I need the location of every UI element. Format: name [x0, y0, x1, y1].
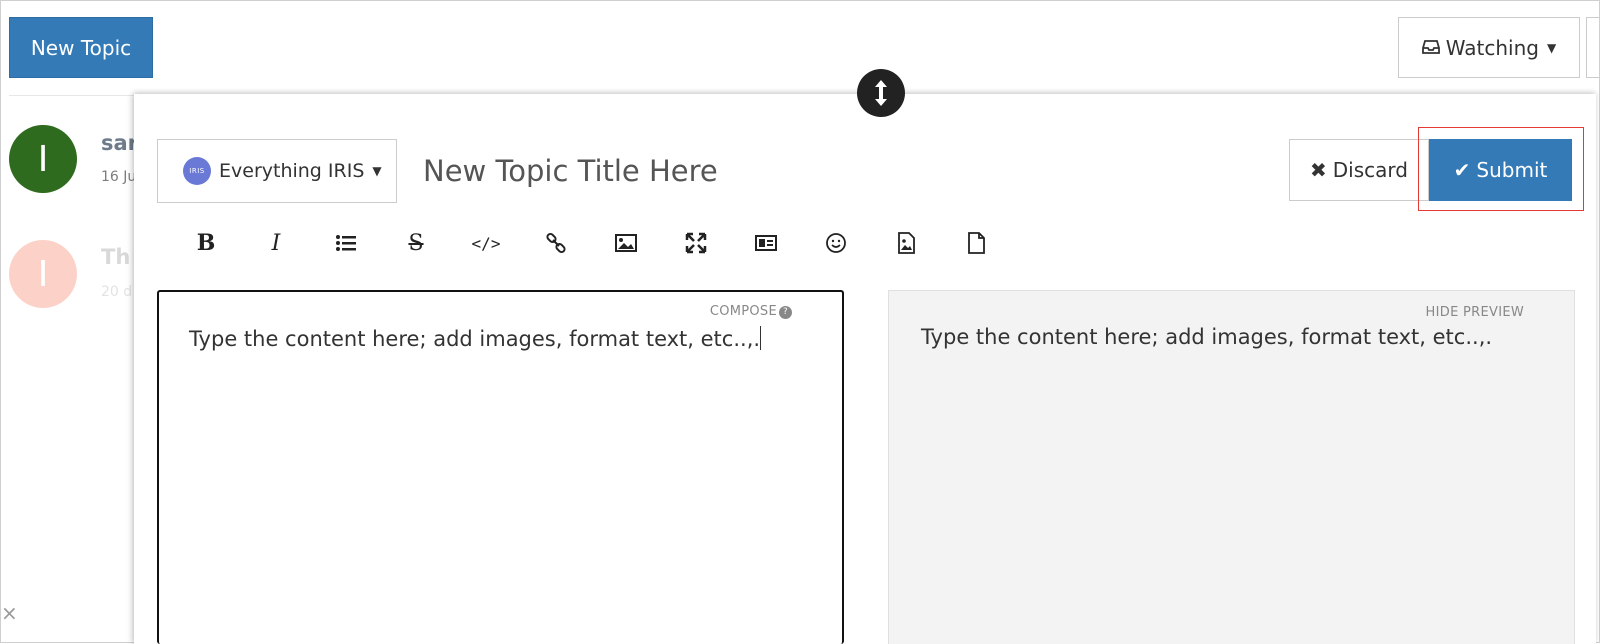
avatar[interactable]: I [9, 240, 77, 308]
discard-button[interactable]: ✖ Discard [1289, 139, 1429, 201]
text-cursor [760, 326, 762, 350]
image-file-icon[interactable] [871, 226, 941, 260]
highlight-box [1418, 127, 1584, 211]
list-icon[interactable] [311, 226, 381, 260]
editor-text[interactable]: Type the content here; add images, forma… [189, 326, 762, 351]
page-frame: New Topic Watching ▼ I sar 16 Ju I Th 20… [0, 0, 1600, 644]
topic-author[interactable]: sar [101, 131, 138, 155]
fullscreen-icon[interactable] [661, 226, 731, 260]
discard-label: Discard [1332, 158, 1408, 182]
watching-label: Watching [1445, 35, 1539, 60]
emoji-icon[interactable] [801, 226, 871, 260]
resize-handle-icon[interactable] [857, 69, 905, 117]
close-icon[interactable]: × [1, 601, 18, 625]
topic-date: 20 d [101, 284, 133, 300]
chevron-down-icon: ▼ [1546, 40, 1557, 55]
topic-title[interactable]: Th [101, 245, 130, 269]
preview-text: Type the content here; add images, forma… [921, 325, 1493, 349]
topic-title-input[interactable] [423, 145, 1243, 197]
help-icon[interactable]: ? [779, 306, 792, 319]
link-icon[interactable] [521, 226, 591, 260]
next-button-edge[interactable] [1586, 17, 1600, 78]
code-icon[interactable]: </> [451, 226, 521, 260]
category-label: Everything IRIS [219, 160, 365, 182]
preview-pane: HIDE PREVIEW Type the content here; add … [888, 290, 1575, 644]
content-editor[interactable]: COMPOSE? Type the content here; add imag… [157, 290, 844, 644]
inbox-icon [1421, 36, 1440, 60]
watching-button[interactable]: Watching ▼ [1398, 17, 1580, 78]
file-icon[interactable] [941, 226, 1011, 260]
card-icon[interactable] [731, 226, 801, 260]
strikethrough-icon[interactable]: S [381, 226, 451, 260]
topic-date: 16 Ju [101, 169, 137, 185]
italic-icon[interactable]: I [241, 226, 311, 260]
category-select[interactable]: IRIS Everything IRIS ▼ [157, 139, 397, 203]
formatting-toolbar: B I S </> [171, 226, 1011, 260]
bold-icon[interactable]: B [171, 226, 241, 260]
new-topic-label: New Topic [30, 35, 132, 60]
new-topic-button[interactable]: New Topic [9, 17, 153, 78]
avatar[interactable]: I [9, 125, 77, 193]
chevron-down-icon: ▼ [372, 164, 382, 178]
category-logo-icon: IRIS [183, 157, 211, 185]
compose-label: COMPOSE? [710, 304, 792, 319]
close-icon: ✖ [1310, 158, 1327, 182]
image-icon[interactable] [591, 226, 661, 260]
hide-preview-link[interactable]: HIDE PREVIEW [1426, 305, 1524, 320]
